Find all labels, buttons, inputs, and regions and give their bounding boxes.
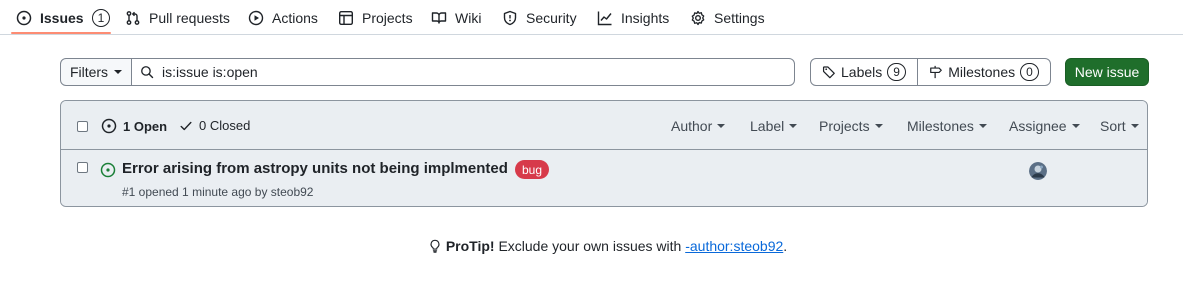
protip-suffix: . (783, 238, 788, 254)
author-filter[interactable]: Author (671, 118, 726, 134)
check-icon (179, 119, 193, 133)
caret-down-icon (789, 124, 798, 128)
milestones-label: Milestones (948, 64, 1016, 80)
caret-down-icon (1071, 124, 1080, 128)
labels-button[interactable]: Labels 9 (811, 59, 918, 85)
light-bulb-icon (428, 239, 442, 253)
projects-filter[interactable]: Projects (819, 118, 883, 134)
milestones-button[interactable]: Milestones 0 (918, 59, 1050, 85)
search-box (131, 58, 795, 86)
label-filter-label: Label (750, 118, 785, 134)
search-input[interactable] (162, 64, 762, 80)
tab-insights[interactable]: Insights (597, 0, 669, 35)
milestones-filter[interactable]: Milestones (907, 118, 987, 134)
milestone-icon (929, 65, 943, 79)
labels-label: Labels (841, 64, 883, 80)
graph-icon (597, 10, 613, 26)
protip-text: Exclude your own issues with (494, 238, 686, 254)
issue-checkbox[interactable] (77, 162, 88, 173)
open-issues-toggle[interactable]: 1 Open (101, 118, 167, 134)
tab-projects[interactable]: Projects (338, 0, 413, 35)
labels-milestones-group: Labels 9 Milestones 0 (810, 58, 1051, 86)
caret-down-icon (114, 70, 123, 74)
sort-filter-label: Sort (1100, 118, 1126, 134)
tab-issues-label: Issues (40, 9, 84, 26)
labels-counter: 9 (887, 63, 906, 81)
tab-settings[interactable]: Settings (690, 0, 765, 35)
tab-actions[interactable]: Actions (248, 0, 318, 35)
tab-projects-label: Projects (362, 9, 413, 26)
tab-actions-label: Actions (272, 9, 318, 26)
closed-issues-toggle[interactable]: 0 Closed (179, 118, 250, 133)
open-count-label: 1 Open (123, 118, 168, 134)
bug-label[interactable]: bug (515, 160, 550, 179)
filters-label: Filters (69, 64, 109, 80)
shield-icon (502, 10, 518, 26)
label-filter[interactable]: Label (750, 118, 798, 134)
play-icon (248, 10, 264, 26)
tab-pull-requests[interactable]: Pull requests (125, 0, 230, 35)
table-icon (338, 10, 354, 26)
tab-issues[interactable]: Issues 1 (16, 0, 111, 35)
issue-opened-icon (101, 118, 117, 134)
caret-down-icon (1130, 124, 1139, 128)
repo-nav: Issues 1 Pull requests Actions Projects … (0, 0, 1183, 35)
tab-security-label: Security (526, 9, 577, 26)
issues-list: 1 Open 0 Closed Author Label Projects Mi… (60, 100, 1148, 207)
tab-insights-label: Insights (621, 9, 670, 26)
search-icon (140, 65, 154, 79)
git-pull-request-icon (125, 10, 141, 26)
tab-security[interactable]: Security (502, 0, 577, 35)
closed-count-label: 0 Closed (199, 118, 251, 133)
tab-wiki[interactable]: Wiki (431, 0, 481, 35)
assignee-filter[interactable]: Assignee (1009, 118, 1080, 134)
filters-button[interactable]: Filters (60, 58, 132, 86)
issue-opened-icon (100, 162, 116, 178)
assignee-avatar[interactable] (1029, 162, 1047, 180)
select-all-checkbox[interactable] (77, 121, 88, 132)
issue-opened-icon (16, 10, 32, 26)
gear-icon (690, 10, 706, 26)
projects-filter-label: Projects (819, 118, 870, 134)
protip: ProTip! Exclude your own issues with -au… (0, 237, 1183, 255)
issues-counter: 1 (91, 8, 111, 27)
sort-filter[interactable]: Sort (1100, 118, 1139, 134)
tab-settings-label: Settings (714, 9, 765, 26)
issues-list-header: 1 Open 0 Closed Author Label Projects Mi… (61, 101, 1147, 150)
new-issue-button[interactable]: New issue (1065, 58, 1149, 86)
milestones-counter: 0 (1020, 63, 1039, 81)
issue-title-link[interactable]: Error arising from astropy units not bei… (122, 160, 508, 177)
issue-meta: #1 opened 1 minute ago by steob92 (122, 185, 314, 199)
caret-down-icon (717, 124, 726, 128)
milestones-filter-label: Milestones (907, 118, 974, 134)
caret-down-icon (874, 124, 883, 128)
book-icon (431, 10, 447, 26)
tag-icon (822, 65, 836, 79)
selected-tab-indicator (11, 32, 111, 34)
tab-pull-requests-label: Pull requests (149, 9, 230, 26)
protip-prefix: ProTip! (445, 238, 495, 254)
caret-down-icon (978, 124, 987, 128)
protip-link[interactable]: -author:steob92 (685, 238, 783, 254)
tab-wiki-label: Wiki (455, 9, 482, 26)
author-filter-label: Author (671, 118, 713, 134)
assignee-filter-label: Assignee (1009, 118, 1067, 134)
list-item: Error arising from astropy units not bei… (61, 150, 1147, 206)
